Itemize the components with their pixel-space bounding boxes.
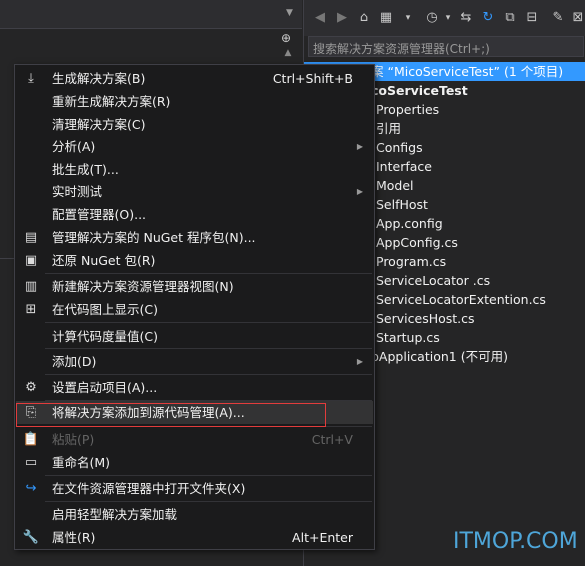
menu-item-restore-nuget[interactable]: ▣ 还原 NuGet 包(R) xyxy=(16,249,373,272)
tree-item[interactable]: Interface xyxy=(376,157,432,176)
menu-item-label: 配置管理器(O)... xyxy=(52,207,147,222)
menu-separator xyxy=(45,273,372,274)
rename-icon: ▭ xyxy=(24,455,38,470)
menu-item-calculate-code-metrics[interactable]: 计算代码度量值(C) xyxy=(16,325,373,348)
context-menu: ⤓ 生成解决方案(B) Ctrl+Shift+B 重新生成解决方案(R) 清理解… xyxy=(14,64,375,550)
menu-separator xyxy=(45,348,372,349)
pin-icon[interactable]: ⊕ xyxy=(278,30,294,46)
menu-item-label: 还原 NuGet 包(R) xyxy=(52,253,156,268)
menu-item-paste[interactable]: 📋 粘贴(P) Ctrl+V xyxy=(16,428,373,451)
menu-separator xyxy=(45,501,372,502)
tab-dropdown-icon[interactable]: ▼ xyxy=(286,8,296,18)
submenu-arrow-icon: ▶ xyxy=(356,142,363,151)
preview-icon[interactable]: ⊠ xyxy=(570,10,585,26)
switch-views-icon[interactable]: ▦ xyxy=(378,10,394,26)
menu-item-live-test[interactable]: 实时测试 ▶ xyxy=(16,180,373,203)
tree-item[interactable]: ServiceLocatorExtention.cs xyxy=(376,290,546,309)
menu-item-shortcut: Ctrl+V xyxy=(311,432,353,447)
new-view-icon: ▥ xyxy=(24,279,38,294)
menu-item-shortcut: Alt+Enter xyxy=(292,530,353,545)
search-input[interactable]: 搜索解决方案资源管理器(Ctrl+;) xyxy=(308,36,584,57)
menu-item-label: 添加(D) xyxy=(52,354,97,369)
menu-item-clean-solution[interactable]: 清理解决方案(C) xyxy=(16,113,373,136)
menu-item-set-startup-projects[interactable]: ⚙ 设置启动项目(A)... xyxy=(16,376,373,399)
menu-item-label: 在代码图上显示(C) xyxy=(52,302,158,317)
menu-item-manage-nuget[interactable]: ▤ 管理解决方案的 NuGet 程序包(N)... xyxy=(16,226,373,249)
refresh-icon[interactable]: ↻ xyxy=(480,10,496,26)
tree-item[interactable]: ServiceLocator .cs xyxy=(376,271,490,290)
editor-tab-bar: ▼ xyxy=(0,0,302,29)
code-map-icon: ⊞ xyxy=(25,302,37,317)
dropdown-icon[interactable]: ▾ xyxy=(400,10,416,26)
gear-icon: ⚙ xyxy=(25,380,37,395)
show-all-files-icon[interactable]: ⊟ xyxy=(524,10,540,26)
menu-item-label: 批生成(T)... xyxy=(52,162,119,177)
menu-item-label: 生成解决方案(B) xyxy=(52,71,146,86)
pending-changes-icon[interactable]: ◷ xyxy=(424,10,440,26)
watermark: ITMOP.COM xyxy=(453,529,578,554)
submenu-arrow-icon: ▶ xyxy=(356,187,363,196)
menu-item-label: 在文件资源管理器中打开文件夹(X) xyxy=(52,481,246,496)
collapse-all-icon[interactable]: ⧉ xyxy=(502,10,518,26)
menu-item-label: 重命名(M) xyxy=(52,455,111,470)
properties-icon[interactable]: ✎ xyxy=(550,10,566,26)
menu-item-build-solution[interactable]: ⤓ 生成解决方案(B) Ctrl+Shift+B xyxy=(16,67,373,90)
menu-item-label: 分析(A) xyxy=(52,139,96,154)
tree-item[interactable]: Startup.cs xyxy=(376,328,440,347)
tree-item[interactable]: 引用 xyxy=(376,119,401,138)
menu-item-configuration-manager[interactable]: 配置管理器(O)... xyxy=(16,203,373,226)
menu-item-analyze[interactable]: 分析(A) ▶ xyxy=(16,135,373,158)
tree-item[interactable]: SelfHost xyxy=(376,195,428,214)
paste-icon: 📋 xyxy=(22,432,40,447)
menu-item-label: 设置启动项目(A)... xyxy=(52,380,158,395)
annotation-highlight-box xyxy=(16,403,326,427)
tree-item[interactable]: bApplication1 (不可用) xyxy=(371,347,508,366)
forward-icon[interactable]: ▶ xyxy=(334,10,350,26)
menu-item-rebuild-solution[interactable]: 重新生成解决方案(R) xyxy=(16,90,373,113)
menu-item-lightweight-load[interactable]: 启用轻型解决方案加载 xyxy=(16,503,373,526)
back-icon[interactable]: ◀ xyxy=(312,10,328,26)
tree-item[interactable]: Configs xyxy=(376,138,423,157)
menu-item-label: 管理解决方案的 NuGet 程序包(N)... xyxy=(52,230,256,245)
restore-icon: ▣ xyxy=(24,253,38,268)
divider xyxy=(0,258,14,267)
sync-icon[interactable]: ⇆ xyxy=(458,10,474,26)
solution-explorer-toolbar: ◀ ▶ ⌂ ▦ ▾ ◷ ▾ ⇆ ↻ ⧉ ⊟ ✎ ⊠ xyxy=(304,0,585,36)
tree-item[interactable]: Program.cs xyxy=(376,252,446,271)
wrench-icon: 🔧 xyxy=(22,530,40,545)
menu-item-label: 启用轻型解决方案加载 xyxy=(52,507,178,522)
scroll-up-icon[interactable]: ▲ xyxy=(282,48,294,58)
open-folder-icon: ↪ xyxy=(25,481,37,496)
search-placeholder: 搜索解决方案资源管理器(Ctrl+;) xyxy=(313,42,490,56)
tree-item[interactable]: Properties xyxy=(376,100,439,119)
nuget-icon: ▤ xyxy=(24,230,38,245)
tree-item[interactable]: App.config xyxy=(376,214,443,233)
tree-item[interactable]: ServicesHost.cs xyxy=(376,309,475,328)
menu-item-label: 实时测试 xyxy=(52,184,103,199)
menu-item-new-se-view[interactable]: ▥ 新建解决方案资源管理器视图(N) xyxy=(16,275,373,298)
menu-item-label: 粘贴(P) xyxy=(52,432,95,447)
menu-item-properties[interactable]: 🔧 属性(R) Alt+Enter xyxy=(16,526,373,549)
menu-separator xyxy=(45,475,372,476)
menu-item-add[interactable]: 添加(D) ▶ xyxy=(16,350,373,373)
menu-item-shortcut: Ctrl+Shift+B xyxy=(272,71,353,86)
menu-separator xyxy=(45,374,372,375)
tree-item[interactable]: Model xyxy=(376,176,414,195)
menu-item-label: 重新生成解决方案(R) xyxy=(52,94,171,109)
menu-item-rename[interactable]: ▭ 重命名(M) xyxy=(16,451,373,474)
dropdown-icon[interactable]: ▾ xyxy=(440,10,456,26)
menu-item-open-in-file-explorer[interactable]: ↪ 在文件资源管理器中打开文件夹(X) xyxy=(16,477,373,500)
submenu-arrow-icon: ▶ xyxy=(356,357,363,366)
menu-item-label: 清理解决方案(C) xyxy=(52,117,146,132)
build-icon: ⤓ xyxy=(28,71,34,86)
menu-item-label: 属性(R) xyxy=(52,530,96,545)
menu-item-label: 计算代码度量值(C) xyxy=(52,329,158,344)
menu-separator xyxy=(45,322,372,323)
menu-item-label: 新建解决方案资源管理器视图(N) xyxy=(52,279,234,294)
menu-item-batch-build[interactable]: 批生成(T)... xyxy=(16,158,373,181)
tree-item[interactable]: AppConfig.cs xyxy=(376,233,458,252)
tree-item-project[interactable]: coServiceTest xyxy=(371,81,468,100)
menu-item-show-on-code-map[interactable]: ⊞ 在代码图上显示(C) xyxy=(16,298,373,321)
home-icon[interactable]: ⌂ xyxy=(356,10,372,26)
